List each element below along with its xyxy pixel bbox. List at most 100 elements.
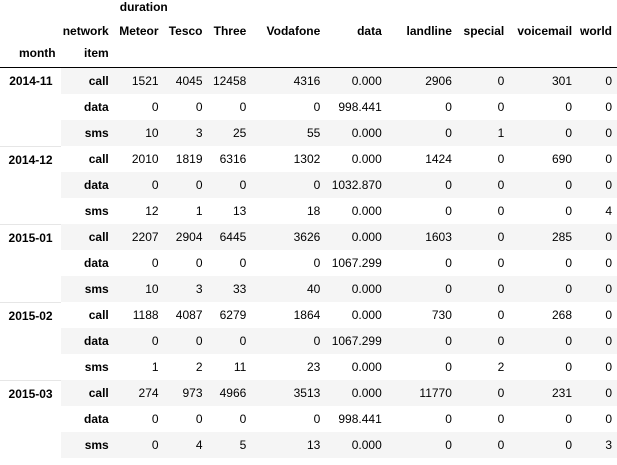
- table-row: data 0 0 0 0 1032.870 0 0 0 0: [0, 172, 617, 198]
- table-cell: 2010: [113, 146, 164, 172]
- table-cell: 10: [113, 276, 164, 302]
- table-cell: 6279: [207, 302, 252, 328]
- item-label: sms: [60, 198, 114, 224]
- table-cell: 2: [163, 354, 208, 380]
- table-cell: 0: [509, 250, 578, 276]
- column-header: data: [357, 24, 382, 38]
- column-header: Vodafone: [266, 24, 321, 38]
- table-cell: 0: [456, 328, 510, 354]
- table-cell: 0: [577, 94, 617, 120]
- table-cell: 0: [509, 276, 578, 302]
- table-cell: 0: [577, 67, 617, 94]
- table-cell: 0: [386, 198, 457, 224]
- table-cell: 0: [456, 276, 510, 302]
- table-cell: 1: [163, 198, 208, 224]
- table-cell: 0: [509, 172, 578, 198]
- table-cell: 4087: [163, 302, 208, 328]
- table-cell: 0: [577, 120, 617, 146]
- columns-axis-label: network: [62, 24, 109, 38]
- item-label: call: [60, 302, 114, 328]
- table-cell: 0: [456, 302, 510, 328]
- table-cell: 0: [113, 250, 164, 276]
- month-label: 2014-12: [0, 145, 61, 224]
- item-label: data: [60, 172, 114, 198]
- table-cell: 0.000: [325, 67, 387, 94]
- table-cell: 0: [509, 120, 578, 146]
- item-index-label: item: [60, 38, 114, 68]
- table-cell: 0.000: [325, 302, 387, 328]
- table-cell: 1864: [251, 302, 326, 328]
- table-cell: 998.441: [325, 406, 387, 432]
- table-cell: 0: [163, 172, 208, 198]
- table-cell: 0: [207, 172, 252, 198]
- table-cell: 1032.870: [325, 172, 387, 198]
- table-body: 2014-11 call 1521 4045 12458 4316 0.000 2906 0 30…: [0, 67, 617, 458]
- table-cell: 0: [207, 328, 252, 354]
- table-cell: 1: [456, 120, 510, 146]
- table-cell: 4316: [251, 67, 326, 94]
- table-cell: 0: [577, 146, 617, 172]
- table-cell: 690: [509, 146, 578, 172]
- table-cell: 973: [163, 380, 208, 406]
- table-cell: 3: [577, 432, 617, 458]
- table-cell: 0: [251, 406, 326, 432]
- table-cell: 0: [509, 432, 578, 458]
- table-cell: 0.000: [325, 146, 387, 172]
- table-cell: 0: [577, 172, 617, 198]
- table-cell: 0.000: [325, 276, 387, 302]
- item-label: call: [60, 380, 114, 406]
- table-cell: 55: [251, 120, 326, 146]
- top-header-duration: duration: [119, 0, 168, 14]
- table-cell: 0: [386, 354, 457, 380]
- table-cell: 0: [163, 94, 208, 120]
- table-cell: 12458: [207, 67, 252, 94]
- table-cell: 11: [207, 354, 252, 380]
- table-cell: 0: [577, 276, 617, 302]
- table-cell: 2: [456, 354, 510, 380]
- table-cell: 1424: [386, 146, 457, 172]
- month-label: 2015-03: [0, 379, 61, 458]
- item-label: sms: [60, 432, 114, 458]
- table-cell: 0: [386, 94, 457, 120]
- table-cell: 0: [577, 328, 617, 354]
- table-cell: 0: [509, 328, 578, 354]
- item-label: sms: [60, 276, 114, 302]
- table-cell: 0: [456, 94, 510, 120]
- table-cell: 274: [113, 380, 164, 406]
- table-cell: 0: [386, 432, 457, 458]
- table-cell: 4: [163, 432, 208, 458]
- table-cell: 0: [577, 250, 617, 276]
- table-row: sms 1 2 11 23 0.000 0 2 0 0: [0, 354, 617, 380]
- table-cell: 10: [113, 120, 164, 146]
- table-cell: 0: [509, 406, 578, 432]
- table-cell: 0: [386, 328, 457, 354]
- table-row: data 0 0 0 0 1067.299 0 0 0 0: [0, 328, 617, 354]
- table-cell: 4045: [163, 67, 208, 94]
- table-cell: 0: [456, 67, 510, 94]
- table-row: sms 12 1 13 18 0.000 0 0 0 4: [0, 198, 617, 224]
- table-cell: 40: [251, 276, 326, 302]
- table-row: 2014-11 call 1521 4045 12458 4316 0.000 2906 0 30…: [0, 67, 617, 146]
- column-header: voicemail: [517, 24, 573, 38]
- table-row: data 0 0 0 0 1067.299 0 0 0 0: [0, 250, 617, 276]
- table-cell: 0: [577, 380, 617, 406]
- table-cell: 1067.299: [325, 328, 387, 354]
- table-cell: 0: [456, 250, 510, 276]
- table-cell: 1603: [386, 224, 457, 250]
- table-cell: 0: [163, 328, 208, 354]
- table-cell: 0: [509, 354, 578, 380]
- table-cell: 3: [163, 120, 208, 146]
- table-cell: 268: [509, 302, 578, 328]
- item-label: call: [60, 146, 114, 172]
- table-cell: 0: [386, 276, 457, 302]
- table-cell: 0: [456, 432, 510, 458]
- table-cell: 23: [251, 354, 326, 380]
- table-cell: 4: [577, 198, 617, 224]
- item-label: data: [60, 250, 114, 276]
- table-cell: 0: [577, 406, 617, 432]
- table-cell: 0: [207, 250, 252, 276]
- table-cell: 33: [207, 276, 252, 302]
- table-cell: 13: [251, 432, 326, 458]
- table-cell: 0: [113, 172, 164, 198]
- table-cell: 0.000: [325, 198, 387, 224]
